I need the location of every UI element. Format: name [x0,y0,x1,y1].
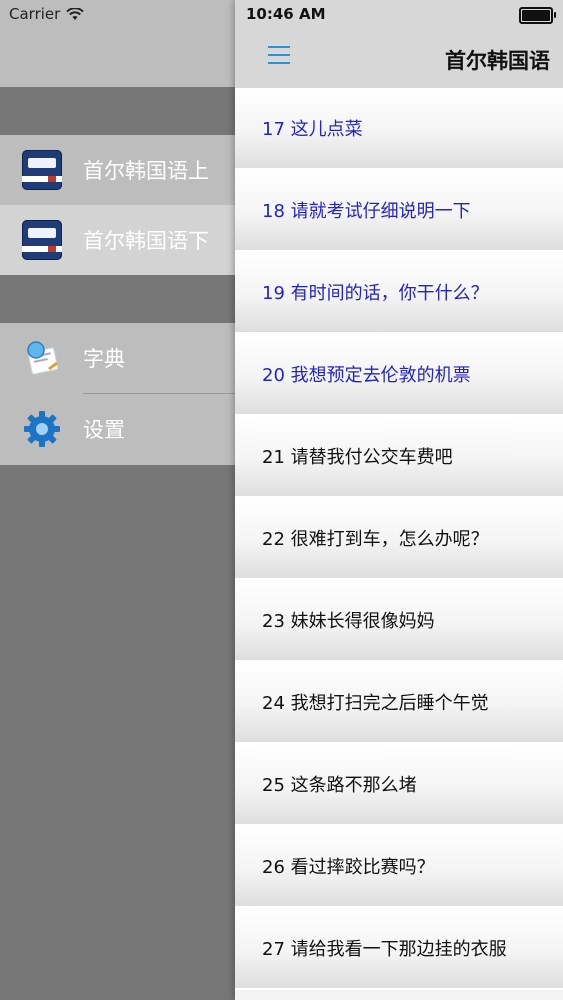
drawer-item-label: 首尔韩国语上 [83,159,209,183]
lesson-label: 20 我想预定去伦敦的机票 [262,365,471,386]
drawer-item-label: 设置 [83,418,125,442]
lesson-label: 24 我想打扫完之后睡个午觉 [262,693,489,714]
drawer-item-book-2[interactable]: 首尔韩国语下 [0,205,235,275]
list-item[interactable]: 19 有时间的话，你干什么？ [235,252,563,334]
navigation-bar: 10:46 AM 首尔韩国语 [235,0,563,89]
lesson-label: 21 请替我付公交车费吧 [262,447,453,468]
drawer-item-book-1[interactable]: 首尔韩国语上 [0,135,235,205]
lesson-label: 26 看过摔跤比赛吗？ [262,857,435,878]
dictionary-icon [27,341,59,375]
list-item[interactable]: 22 很难打到车，怎么办呢？ [235,498,563,580]
lesson-label: 17 这儿点菜 [262,119,363,140]
list-item[interactable]: 17 这儿点菜 [235,88,563,170]
lesson-list: 17 这儿点菜 18 请就考试仔细说明一下 19 有时间的话，你干什么？ 20 … [235,88,563,990]
list-item[interactable]: 23 妹妹长得很像妈妈 [235,580,563,662]
wifi-icon [66,7,85,20]
drawer-item-dictionary[interactable]: 字典 [0,323,235,393]
book-icon [22,150,62,190]
list-item[interactable]: 25 这条路不那么堵 [235,744,563,826]
list-item[interactable]: 18 请就考试仔细说明一下 [235,170,563,252]
lesson-label: 23 妹妹长得很像妈妈 [262,611,435,632]
carrier-label: Carrier [9,5,61,23]
lesson-label: 27 请给我看一下那边挂的衣服 [262,939,507,960]
side-drawer: Carrier 首尔韩国语上 首尔韩国语下 字典 设置 [0,0,235,1000]
list-item[interactable]: 24 我想打扫完之后睡个午觉 [235,662,563,744]
list-item[interactable]: 26 看过摔跤比赛吗？ [235,826,563,908]
status-time: 10:46 AM [246,5,326,23]
book-icon [22,220,62,260]
list-item[interactable]: 27 请给我看一下那边挂的衣服 [235,908,563,990]
lesson-label: 19 有时间的话，你干什么？ [262,283,489,304]
drawer-item-label: 首尔韩国语下 [83,229,209,253]
hamburger-icon[interactable] [268,46,290,64]
gear-icon [24,411,60,447]
lesson-label: 22 很难打到车，怎么办呢？ [262,529,489,550]
lesson-label: 25 这条路不那么堵 [262,775,417,796]
battery-icon [519,7,556,24]
lesson-label: 18 请就考试仔细说明一下 [262,201,471,222]
list-item[interactable]: 21 请替我付公交车费吧 [235,416,563,498]
drawer-header: Carrier [0,0,235,87]
status-carrier: Carrier [9,5,85,23]
drawer-item-settings[interactable]: 设置 [0,394,235,464]
list-item[interactable]: 20 我想预定去伦敦的机票 [235,334,563,416]
main-panel: 10:46 AM 首尔韩国语 17 这儿点菜 18 请就考试仔细说明一下 19 … [235,0,563,1000]
drawer-item-label: 字典 [83,347,125,371]
page-title: 首尔韩国语 [445,49,550,73]
